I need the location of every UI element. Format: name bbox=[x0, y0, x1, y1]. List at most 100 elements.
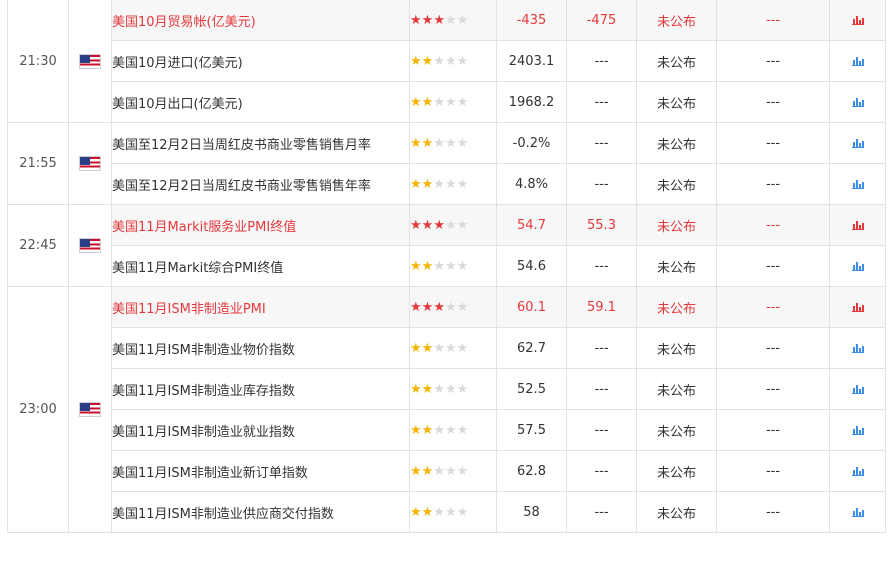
impact-value: --- bbox=[716, 81, 830, 123]
event-name[interactable]: 美国11月ISM非制造业就业指数 bbox=[111, 409, 410, 451]
forecast-value: 59.1 bbox=[566, 286, 637, 328]
chart-cell[interactable] bbox=[829, 450, 886, 492]
impact-value: --- bbox=[716, 163, 830, 205]
event-name[interactable]: 美国11月ISM非制造业物价指数 bbox=[111, 327, 410, 369]
importance-stars: ★★★★★ bbox=[409, 368, 497, 410]
previous-value: 54.7 bbox=[496, 204, 567, 246]
bar-chart-icon[interactable] bbox=[851, 343, 864, 353]
bar-chart-icon[interactable] bbox=[851, 384, 864, 394]
star-filled-icon: ★ bbox=[421, 258, 434, 274]
previous-value: 54.6 bbox=[496, 245, 567, 287]
bar-chart-icon[interactable] bbox=[851, 97, 864, 107]
table-row: 21:55 美国至12月2日当周红皮书商业零售销售月率 ★★★★★ -0.2% --- 未… bbox=[7, 122, 886, 205]
bar-chart-icon[interactable] bbox=[851, 261, 864, 271]
chart-cell[interactable] bbox=[829, 245, 886, 287]
importance-stars: ★★★★★ bbox=[409, 286, 497, 328]
bar-chart-icon[interactable] bbox=[851, 220, 864, 230]
star-filled-icon: ★ bbox=[421, 12, 434, 28]
event-name[interactable]: 美国11月Markit服务业PMI终值 bbox=[111, 204, 410, 246]
chart-cell[interactable] bbox=[829, 40, 886, 82]
star-filled-icon: ★ bbox=[421, 299, 434, 315]
star-filled-icon: ★ bbox=[410, 53, 422, 69]
chart-cell[interactable] bbox=[829, 122, 886, 164]
impact-value: --- bbox=[716, 327, 830, 369]
previous-value: 52.5 bbox=[496, 368, 567, 410]
table-row: 美国至12月2日当周红皮书商业零售销售年率 ★★★★★ 4.8% --- 未公布 --- bbox=[8, 163, 886, 205]
chart-cell[interactable] bbox=[829, 81, 886, 123]
bar-chart-icon[interactable] bbox=[851, 425, 864, 435]
previous-value: 4.8% bbox=[496, 163, 567, 205]
table-row: 23:00 美国11月ISM非制造业PMI ★★★★★ 60.1 59.1 未公布 --- bbox=[7, 286, 886, 533]
star-filled-icon: ★ bbox=[410, 463, 422, 479]
chart-cell[interactable] bbox=[829, 491, 886, 533]
country-cell bbox=[68, 0, 112, 123]
importance-stars: ★★★★★ bbox=[409, 409, 497, 451]
chart-cell[interactable] bbox=[829, 286, 886, 328]
bar-chart-icon[interactable] bbox=[851, 56, 864, 66]
actual-value: 未公布 bbox=[636, 491, 717, 533]
importance-stars: ★★★★★ bbox=[409, 204, 497, 246]
star-filled-icon: ★ bbox=[421, 135, 434, 151]
release-time: 21:55 bbox=[7, 122, 69, 205]
forecast-value: --- bbox=[566, 409, 637, 451]
star-empty-icon: ★ bbox=[456, 299, 469, 315]
bar-chart-icon[interactable] bbox=[851, 466, 864, 476]
previous-value: 62.7 bbox=[496, 327, 567, 369]
chart-cell[interactable] bbox=[829, 204, 886, 246]
star-empty-icon: ★ bbox=[433, 258, 445, 274]
bar-chart-icon[interactable] bbox=[851, 15, 864, 25]
importance-stars: ★★★★★ bbox=[409, 81, 497, 123]
impact-value: --- bbox=[716, 122, 830, 164]
actual-value: 未公布 bbox=[636, 81, 717, 123]
country-cell bbox=[68, 286, 112, 533]
previous-value: -435 bbox=[496, 0, 567, 41]
event-name[interactable]: 美国11月ISM非制造业库存指数 bbox=[111, 368, 410, 410]
star-empty-icon: ★ bbox=[444, 94, 457, 110]
bar-chart-icon[interactable] bbox=[851, 138, 864, 148]
star-empty-icon: ★ bbox=[456, 94, 469, 110]
bar-chart-icon[interactable] bbox=[851, 507, 864, 517]
chart-cell[interactable] bbox=[829, 0, 886, 41]
chart-cell[interactable] bbox=[829, 409, 886, 451]
table-row: 美国10月进口(亿美元) ★★★★★ 2403.1 --- 未公布 --- bbox=[8, 40, 886, 82]
star-empty-icon: ★ bbox=[433, 94, 445, 110]
chart-cell[interactable] bbox=[829, 163, 886, 205]
importance-stars: ★★★★★ bbox=[409, 450, 497, 492]
chart-cell[interactable] bbox=[829, 327, 886, 369]
actual-value: 未公布 bbox=[636, 286, 717, 328]
star-filled-icon: ★ bbox=[421, 340, 434, 356]
country-cell bbox=[68, 204, 112, 287]
star-empty-icon: ★ bbox=[456, 12, 469, 28]
forecast-value: -475 bbox=[566, 0, 637, 41]
star-empty-icon: ★ bbox=[456, 258, 469, 274]
forecast-value: --- bbox=[566, 81, 637, 123]
event-name[interactable]: 美国10月贸易帐(亿美元) bbox=[111, 0, 410, 41]
star-empty-icon: ★ bbox=[444, 53, 457, 69]
previous-value: 60.1 bbox=[496, 286, 567, 328]
event-name[interactable]: 美国至12月2日当周红皮书商业零售销售年率 bbox=[111, 163, 410, 205]
star-empty-icon: ★ bbox=[433, 135, 445, 151]
chart-cell[interactable] bbox=[829, 368, 886, 410]
event-name[interactable]: 美国至12月2日当周红皮书商业零售销售月率 bbox=[111, 122, 410, 164]
table-row: 美国11月ISM非制造业物价指数 ★★★★★ 62.7 --- 未公布 --- bbox=[8, 327, 886, 369]
previous-value: 1968.2 bbox=[496, 81, 567, 123]
star-filled-icon: ★ bbox=[421, 94, 434, 110]
event-name[interactable]: 美国10月出口(亿美元) bbox=[111, 81, 410, 123]
forecast-value: --- bbox=[566, 163, 637, 205]
star-filled-icon: ★ bbox=[421, 504, 434, 520]
event-name[interactable]: 美国11月Markit综合PMI终值 bbox=[111, 245, 410, 287]
star-empty-icon: ★ bbox=[456, 176, 469, 192]
event-name[interactable]: 美国10月进口(亿美元) bbox=[111, 40, 410, 82]
star-filled-icon: ★ bbox=[410, 299, 422, 315]
previous-value: 62.8 bbox=[496, 450, 567, 492]
event-name[interactable]: 美国11月ISM非制造业供应商交付指数 bbox=[111, 491, 410, 533]
impact-value: --- bbox=[716, 368, 830, 410]
bar-chart-icon[interactable] bbox=[851, 302, 864, 312]
previous-value: 57.5 bbox=[496, 409, 567, 451]
us-flag-icon bbox=[79, 53, 101, 69]
impact-value: --- bbox=[716, 0, 830, 41]
table-row: 美国11月Markit综合PMI终值 ★★★★★ 54.6 --- 未公布 --- bbox=[8, 245, 886, 287]
event-name[interactable]: 美国11月ISM非制造业PMI bbox=[111, 286, 410, 328]
event-name[interactable]: 美国11月ISM非制造业新订单指数 bbox=[111, 450, 410, 492]
bar-chart-icon[interactable] bbox=[851, 179, 864, 189]
